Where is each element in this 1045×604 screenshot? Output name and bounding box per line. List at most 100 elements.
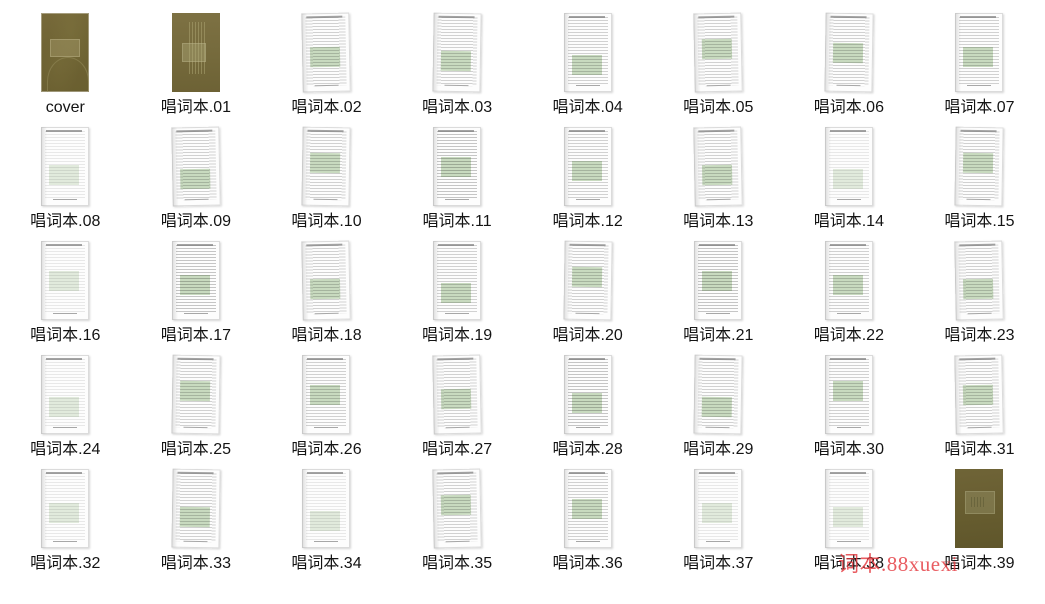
thumbnail-item[interactable]: 唱词本.37 [653, 464, 784, 578]
thumbnail-item[interactable]: 唱词本.15 [914, 122, 1045, 236]
thumbnail-image-wrap [563, 350, 612, 434]
page-thumbnail-icon[interactable] [41, 469, 90, 548]
page-thumbnail-icon[interactable] [301, 12, 352, 93]
page-highlight-block [571, 161, 602, 181]
thumbnail-label: 唱词本.33 [160, 555, 232, 572]
page-thumbnail-icon[interactable] [302, 469, 351, 548]
page-thumbnail-icon[interactable] [694, 469, 743, 548]
page-thumbnail-icon[interactable] [41, 127, 90, 206]
page-thumbnail-icon[interactable] [693, 126, 744, 207]
page-thumbnail-icon[interactable] [41, 13, 90, 92]
page-thumbnail-icon[interactable] [171, 468, 221, 549]
page-thumbnail-icon[interactable] [563, 13, 612, 92]
thumbnail-item[interactable]: 唱词本.38 [784, 464, 915, 578]
page-thumbnail-icon[interactable] [824, 469, 873, 548]
thumbnail-item[interactable]: 唱词本.08 [0, 122, 131, 236]
thumbnail-item[interactable]: 唱词本.19 [392, 236, 523, 350]
thumbnail-item[interactable]: 唱词本.10 [261, 122, 392, 236]
page-thumbnail-icon[interactable] [301, 126, 352, 207]
page-thumbnail-icon[interactable] [171, 126, 221, 207]
thumbnail-item[interactable]: 唱词本.03 [392, 8, 523, 122]
thumbnail-image-wrap [301, 122, 352, 207]
thumbnail-item[interactable]: 唱词本.23 [914, 236, 1045, 350]
thumbnail-label: 唱词本.25 [160, 441, 232, 458]
thumbnail-item[interactable]: 唱词本.20 [522, 236, 653, 350]
thumbnail-item[interactable]: cover [0, 8, 131, 122]
page-thumbnail-icon[interactable] [824, 355, 873, 434]
thumbnail-item[interactable]: 唱词本.30 [784, 350, 915, 464]
thumbnail-item[interactable]: 唱词本.16 [0, 236, 131, 350]
page-thumbnail-icon[interactable] [171, 241, 220, 320]
thumbnail-label: 唱词本.11 [422, 213, 492, 230]
thumbnail-item[interactable]: 唱词本.05 [653, 8, 784, 122]
page-thumbnail-icon[interactable] [563, 355, 612, 434]
page-thumbnail-icon[interactable] [302, 355, 351, 434]
thumbnail-item[interactable]: 唱词本.39 [914, 464, 1045, 578]
page-thumbnail-icon[interactable] [693, 12, 744, 93]
page-footer-rule [836, 199, 861, 200]
thumbnail-item[interactable]: 唱词本.24 [0, 350, 131, 464]
page-thumbnail-icon[interactable] [694, 241, 743, 320]
page-thumbnail-icon[interactable] [433, 127, 482, 206]
thumbnail-item[interactable]: 唱词本.12 [522, 122, 653, 236]
thumbnail-item[interactable]: 唱词本.32 [0, 464, 131, 578]
thumbnail-label: 唱词本.20 [552, 327, 623, 344]
thumbnail-item[interactable]: 唱词本.04 [522, 8, 653, 122]
thumbnail-item[interactable]: 唱词本.34 [261, 464, 392, 578]
thumbnail-item[interactable]: 唱词本.06 [784, 8, 915, 122]
page-thumbnail-icon[interactable] [563, 469, 612, 548]
thumbnail-label: 唱词本.17 [160, 327, 232, 344]
thumbnail-image-wrap [432, 464, 482, 549]
page-thumbnail-icon[interactable] [301, 240, 352, 321]
page-thumbnail-icon[interactable] [41, 355, 90, 434]
thumbnail-label: 唱词本.29 [683, 441, 754, 458]
thumbnail-item[interactable]: 唱词本.22 [784, 236, 915, 350]
page-thumbnail-icon[interactable] [563, 127, 612, 206]
page-thumbnail-icon[interactable] [171, 354, 221, 435]
page-thumbnail-icon[interactable] [954, 126, 1005, 207]
thumbnail-item[interactable]: 唱词本.28 [522, 350, 653, 464]
page-thumbnail-icon[interactable] [824, 241, 873, 320]
thumbnail-item[interactable]: 唱词本.27 [392, 350, 523, 464]
thumbnail-image-wrap [824, 236, 873, 320]
thumbnail-item[interactable]: 唱词本.18 [261, 236, 392, 350]
page-thumbnail-icon[interactable] [693, 354, 743, 435]
thumbnail-item[interactable]: 唱词本.07 [914, 8, 1045, 122]
thumbnail-label: 唱词本.12 [552, 213, 623, 230]
page-thumbnail-icon[interactable] [824, 12, 874, 93]
thumbnail-item[interactable]: 唱词本.35 [392, 464, 523, 578]
page-thumbnail-icon[interactable] [171, 13, 220, 92]
page-thumbnail-icon[interactable] [954, 240, 1005, 321]
thumbnail-item[interactable]: 唱词本.09 [131, 122, 262, 236]
thumbnail-item[interactable]: 唱词本.01 [131, 8, 262, 122]
page-thumbnail-icon[interactable] [432, 354, 482, 435]
thumbnail-image-wrap [432, 8, 482, 93]
page-thumbnail-icon[interactable] [824, 127, 873, 206]
page-thumbnail-icon[interactable] [433, 241, 482, 320]
thumbnail-item[interactable]: 唱词本.33 [131, 464, 262, 578]
thumbnail-label: 唱词本.05 [683, 99, 754, 116]
thumbnail-item[interactable]: 唱词本.26 [261, 350, 392, 464]
thumbnail-item[interactable]: 唱词本.36 [522, 464, 653, 578]
thumbnail-label: 唱词本.34 [291, 555, 362, 572]
thumbnail-label: 唱词本.18 [291, 327, 362, 344]
page-thumbnail-icon[interactable] [955, 469, 1004, 548]
thumbnail-item[interactable]: 唱词本.14 [784, 122, 915, 236]
thumbnail-item[interactable]: 唱词本.31 [914, 350, 1045, 464]
thumbnail-item[interactable]: 唱词本.13 [653, 122, 784, 236]
thumbnail-item[interactable]: 唱词本.17 [131, 236, 262, 350]
thumbnail-item[interactable]: 唱词本.11 [392, 122, 523, 236]
page-thumbnail-icon[interactable] [563, 240, 613, 321]
page-thumbnail-icon[interactable] [955, 13, 1004, 92]
thumbnail-item[interactable]: 唱词本.29 [653, 350, 784, 464]
page-thumbnail-icon[interactable] [432, 468, 482, 549]
thumbnail-image-wrap [693, 8, 744, 93]
page-thumbnail-icon[interactable] [954, 354, 1005, 435]
thumbnail-label: 唱词本.24 [30, 441, 101, 458]
thumbnail-item[interactable]: 唱词本.02 [261, 8, 392, 122]
page-thumbnail-icon[interactable] [41, 241, 90, 320]
page-footer-rule [836, 313, 861, 314]
thumbnail-item[interactable]: 唱词本.21 [653, 236, 784, 350]
thumbnail-item[interactable]: 唱词本.25 [131, 350, 262, 464]
page-thumbnail-icon[interactable] [432, 12, 482, 93]
